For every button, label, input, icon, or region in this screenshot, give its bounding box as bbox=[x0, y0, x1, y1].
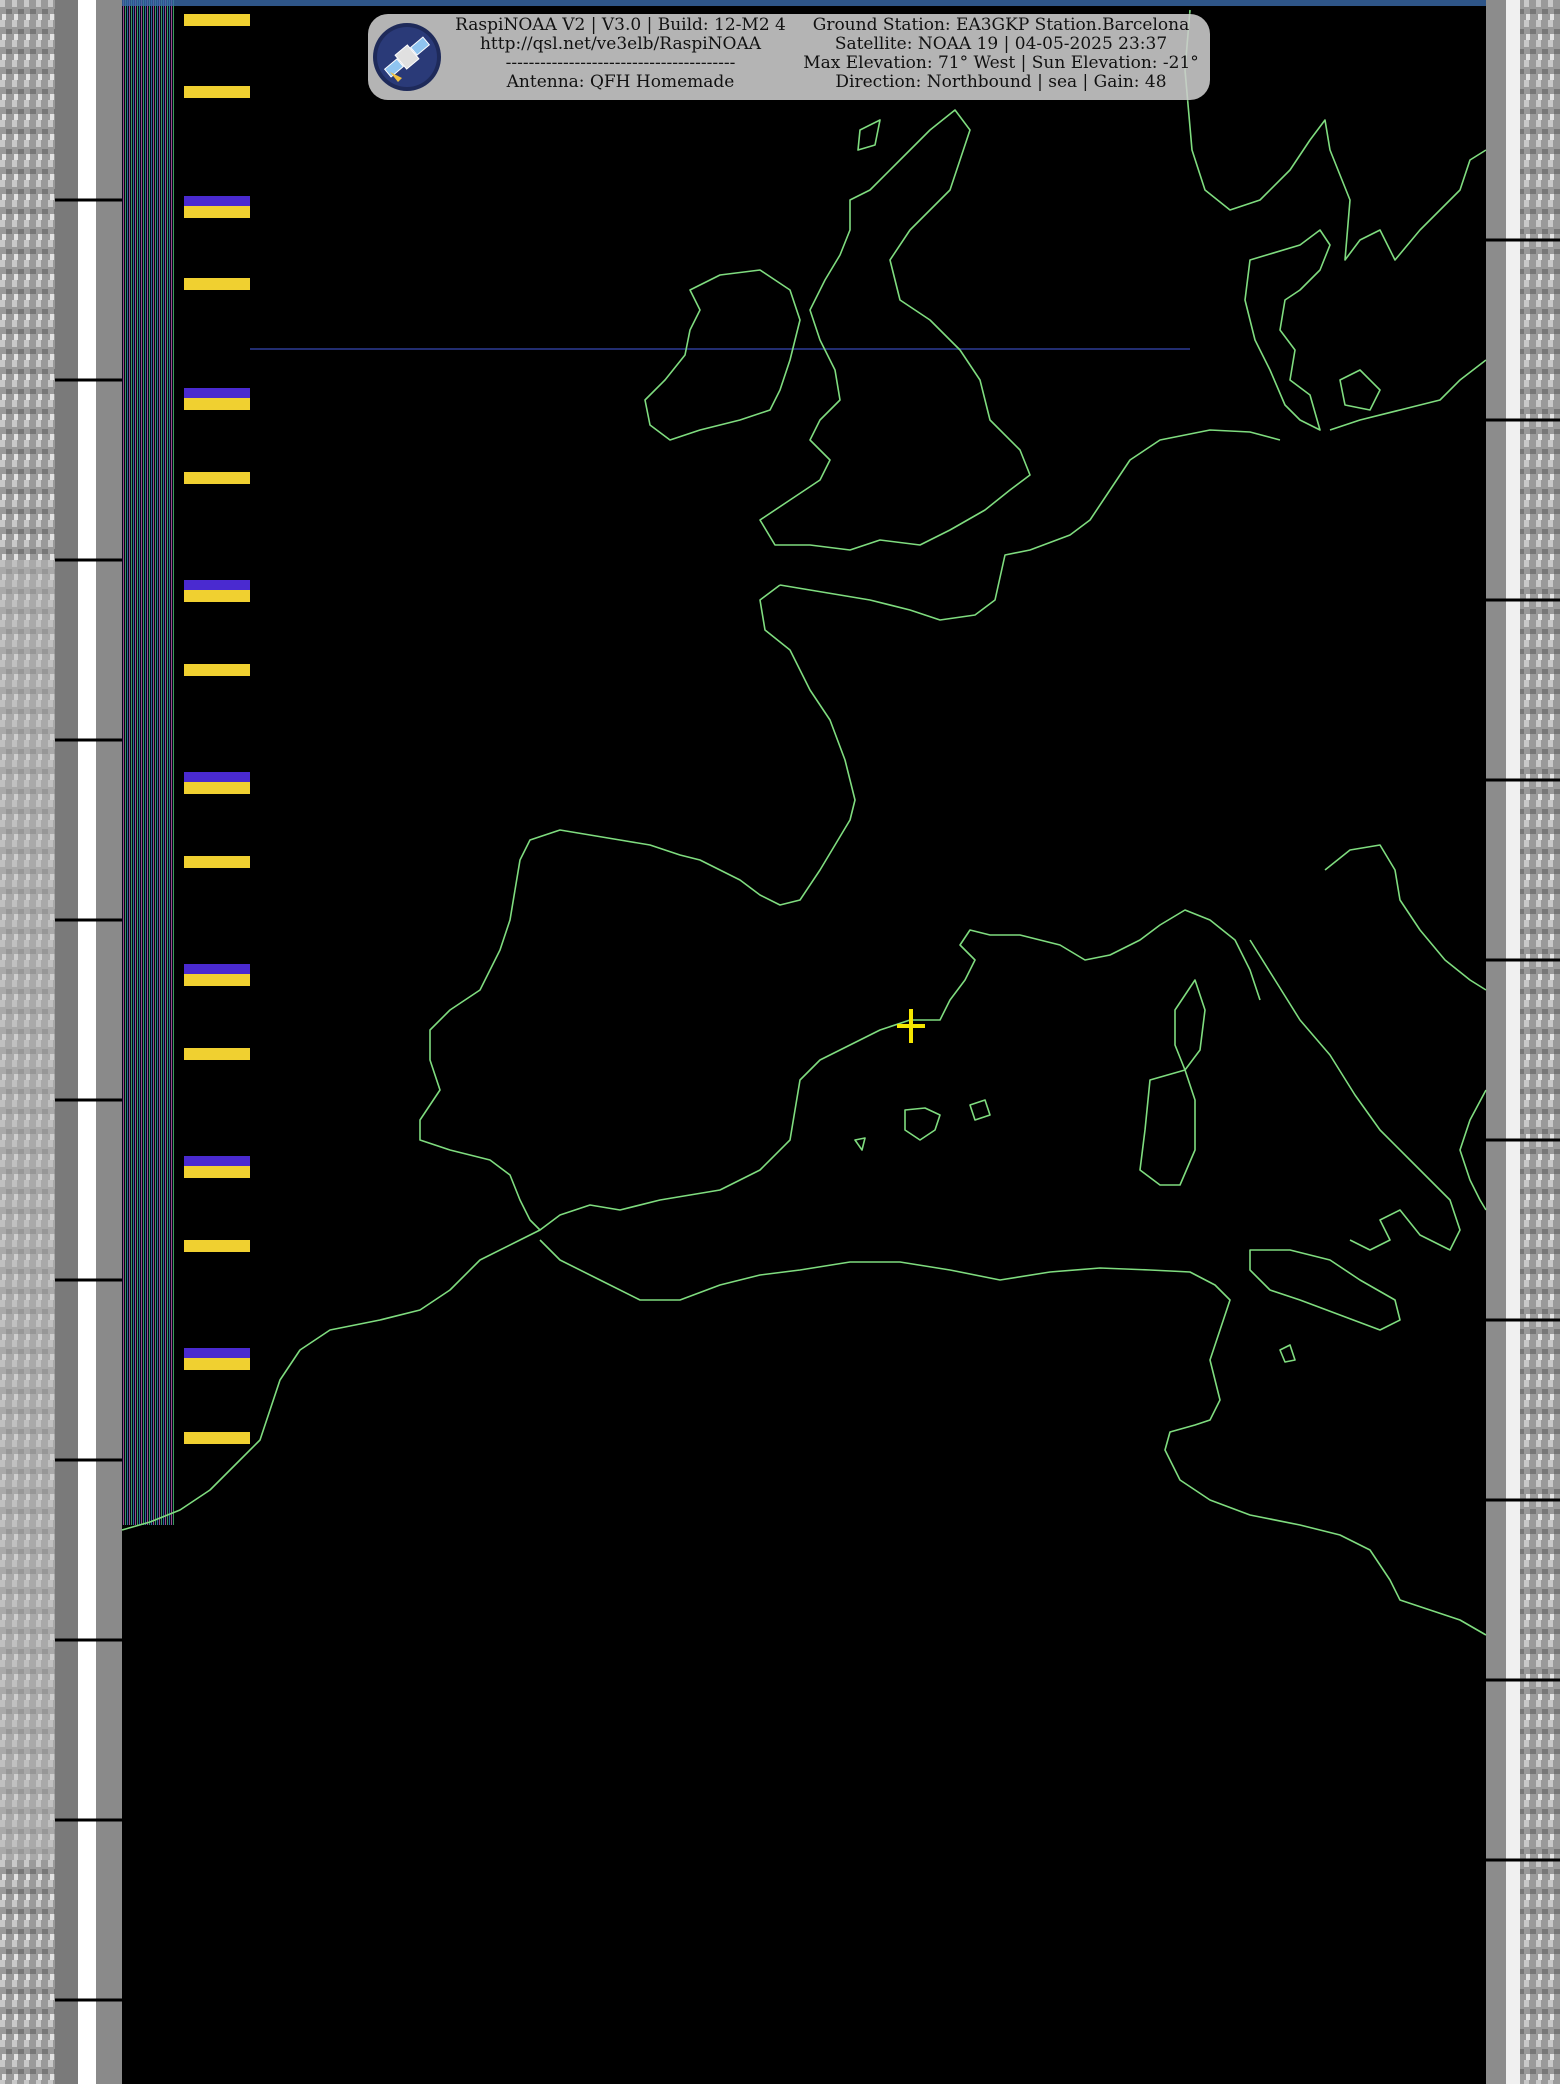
direction-text: Direction: Northbound | sea | Gain: 48 bbox=[835, 72, 1167, 92]
calibration-wedges bbox=[184, 14, 250, 1444]
telemetry-stripes bbox=[122, 0, 174, 1525]
app-url-text: http://qsl.net/ve3elb/RaspiNOAA bbox=[479, 34, 761, 54]
satellite-text: Satellite: NOAA 19 | 04-05-2025 23:37 bbox=[834, 34, 1168, 54]
antenna-text: Antenna: QFH Homemade bbox=[506, 72, 735, 92]
elevation-text: Max Elevation: 71° West | Sun Elevation:… bbox=[803, 53, 1199, 73]
overlay-left-column: RaspiNOAA V2 | V3.0 | Build: 12-M2 4 htt… bbox=[448, 16, 793, 92]
satellite-image bbox=[0, 0, 1560, 2084]
coastline-map bbox=[121, 9, 1487, 1636]
app-version-text: RaspiNOAA V2 | V3.0 | Build: 12-M2 4 bbox=[455, 15, 786, 35]
right-sync-bars bbox=[1486, 0, 1560, 2084]
separator-text: ---------------------------------------- bbox=[505, 53, 736, 73]
left-sync-bars bbox=[55, 0, 122, 2084]
satellite-logo-icon bbox=[373, 23, 441, 91]
overlay-right-column: Ground Station: EA3GKP Station.Barcelona… bbox=[796, 16, 1206, 92]
ground-station-marker-icon bbox=[897, 1009, 925, 1043]
ground-station-text: Ground Station: EA3GKP Station.Barcelona bbox=[812, 15, 1190, 35]
